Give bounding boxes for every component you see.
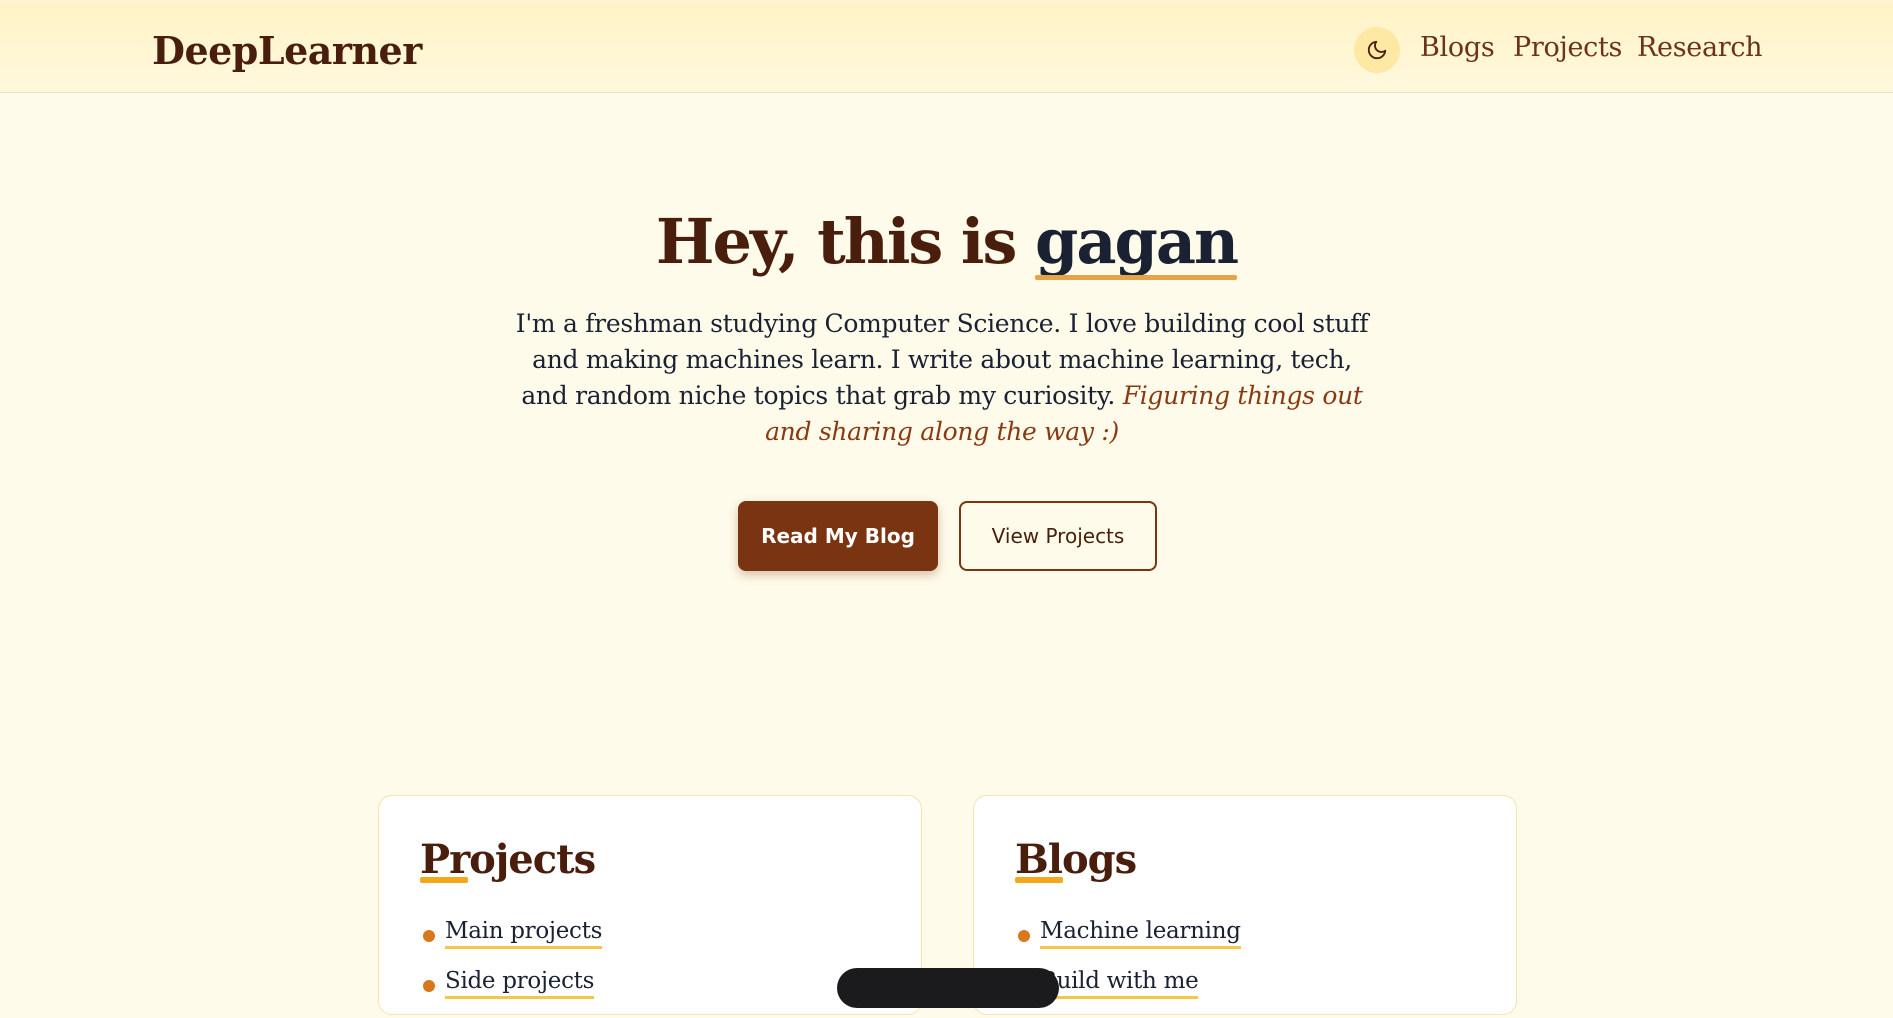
- hero-title-name: gagan: [1034, 205, 1239, 278]
- build-with-me-link[interactable]: Build with me: [1040, 968, 1199, 999]
- read-blog-button[interactable]: Read My Blog: [738, 501, 938, 571]
- view-projects-button[interactable]: View Projects: [959, 501, 1157, 571]
- main-projects-link[interactable]: Main projects: [445, 918, 602, 949]
- blogs-card-title: Blogs: [1015, 836, 1137, 883]
- hero-title: Hey, this is gagan: [0, 205, 1893, 278]
- projects-card-title: Projects: [420, 836, 596, 883]
- nav-link-blogs[interactable]: Blogs: [1420, 32, 1495, 63]
- nav-link-research[interactable]: Research: [1637, 32, 1763, 63]
- list-item: Machine learning: [1018, 918, 1241, 968]
- hero-title-prefix: Hey, this is: [655, 205, 1035, 278]
- moon-icon: [1367, 40, 1387, 60]
- list-item: Side projects: [423, 968, 602, 1018]
- bullet-icon: [423, 930, 435, 942]
- bullet-icon: [423, 980, 435, 992]
- navbar: DeepLearner Blogs Projects Research: [0, 4, 1893, 93]
- projects-list: Main projects Side projects: [423, 918, 602, 1018]
- nav-link-projects[interactable]: Projects: [1513, 32, 1622, 63]
- side-projects-link[interactable]: Side projects: [445, 968, 594, 999]
- list-item: Build with me: [1018, 968, 1241, 1018]
- floating-toolbar[interactable]: [837, 968, 1059, 1008]
- projects-card-title-text: Projects: [420, 836, 596, 883]
- machine-learning-link[interactable]: Machine learning: [1040, 918, 1241, 949]
- site-logo[interactable]: DeepLearner: [152, 28, 422, 73]
- theme-toggle-button[interactable]: [1354, 27, 1400, 73]
- blogs-list: Machine learning Build with me: [1018, 918, 1241, 1018]
- blogs-card-title-text: Blogs: [1015, 836, 1137, 883]
- hero-description: I'm a freshman studying Computer Science…: [512, 306, 1372, 450]
- bullet-icon: [1018, 930, 1030, 942]
- list-item: Main projects: [423, 918, 602, 968]
